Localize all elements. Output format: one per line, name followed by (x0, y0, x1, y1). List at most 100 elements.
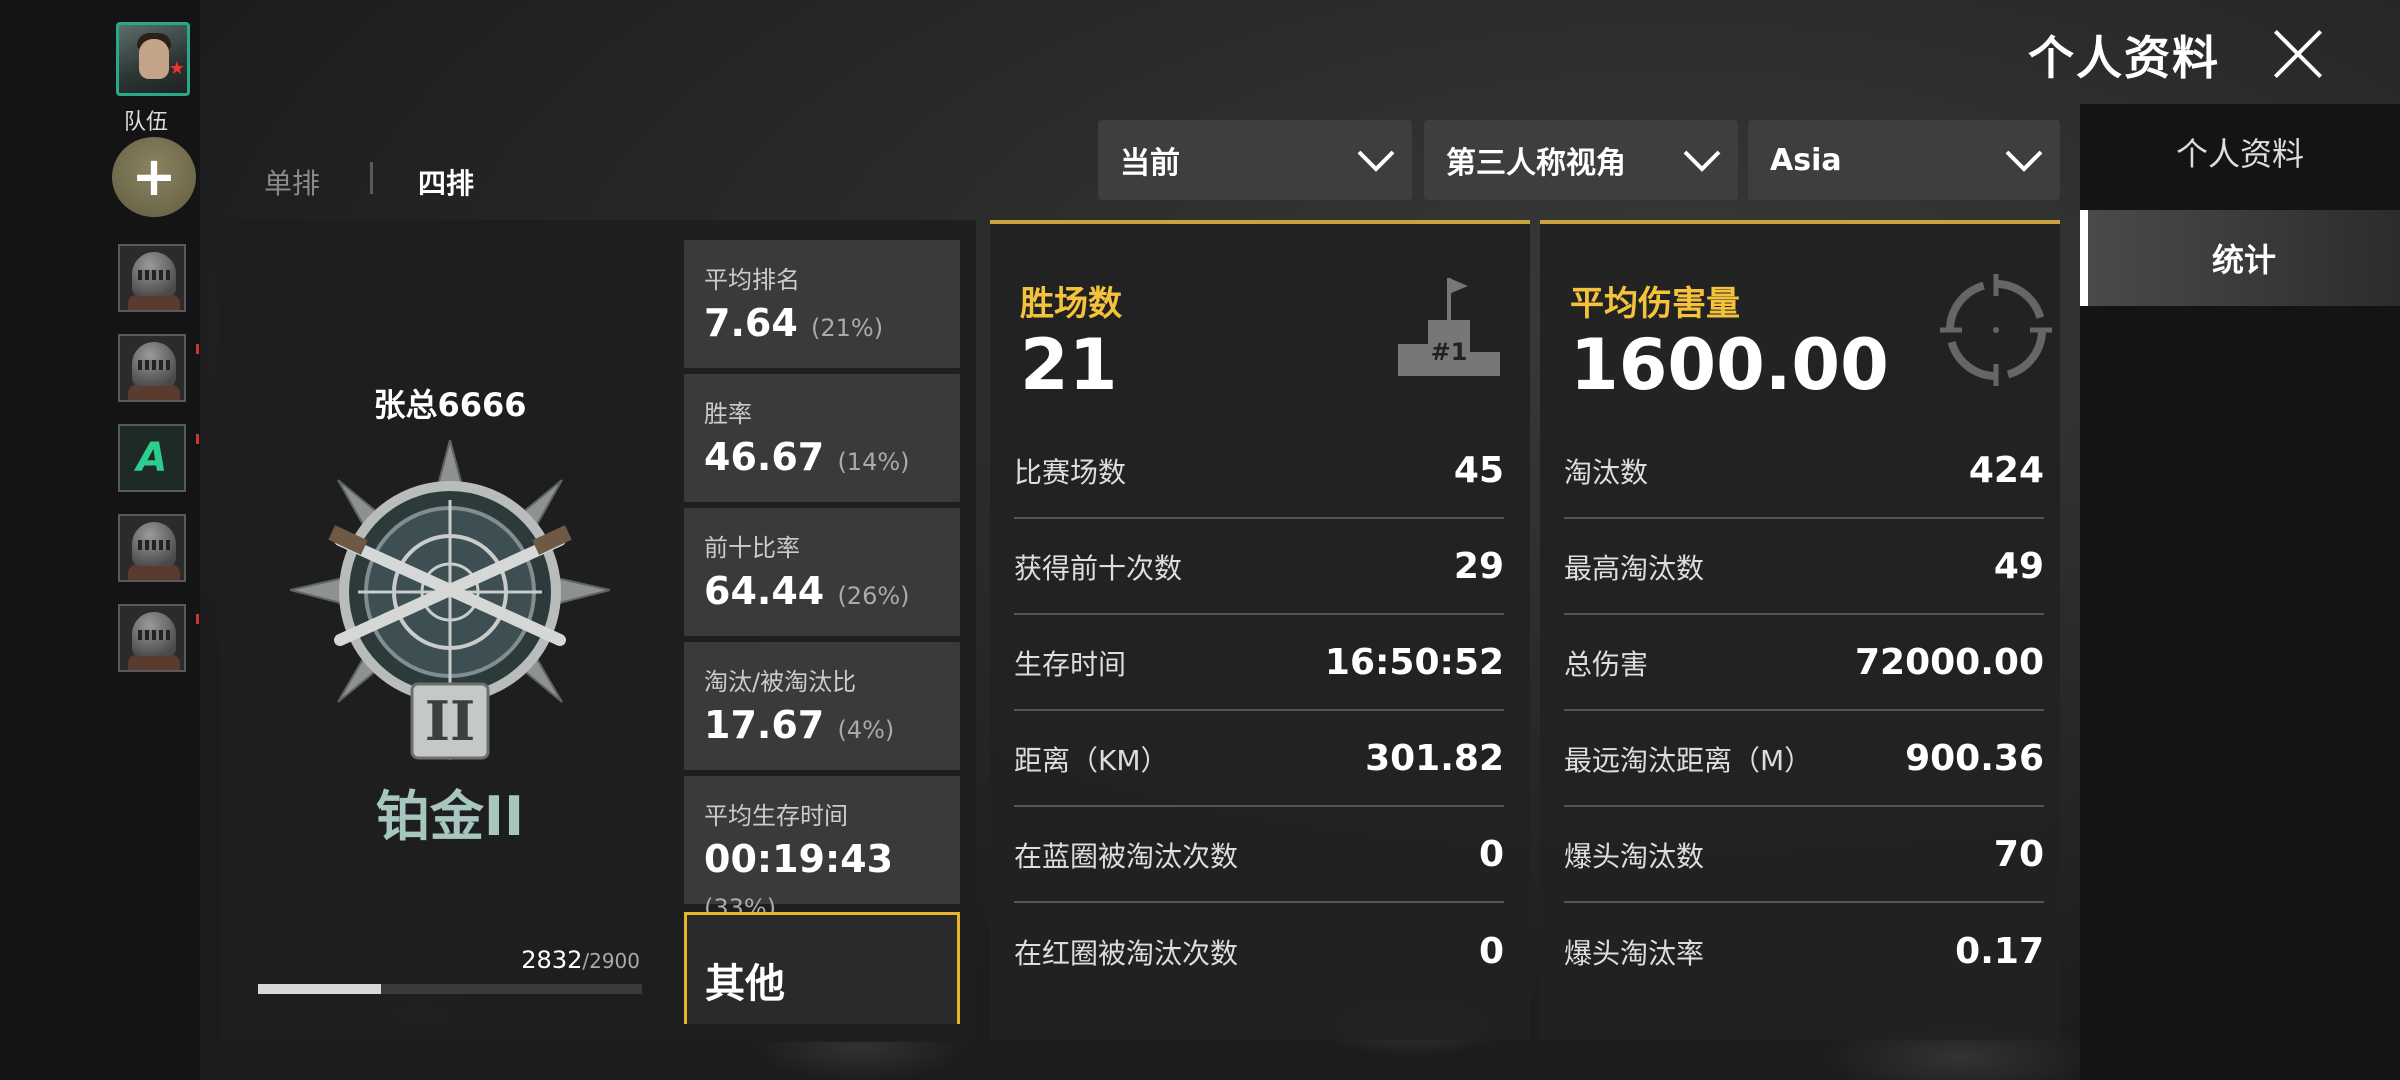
emblem-icon: A (136, 435, 168, 481)
damage-title: 平均伤害量 (1570, 284, 1740, 324)
row-label: 在蓝圈被淘汰次数 (1014, 839, 1239, 873)
stat-label: 胜率 (704, 400, 752, 428)
row-label: 总伤害 (1564, 647, 1649, 681)
rank-points: 2832/2900 (480, 946, 640, 974)
stat-row: 距离（KM） 301.82 (1014, 712, 1504, 807)
status-indicator (196, 434, 199, 444)
row-label: 距离（KM） (1014, 743, 1169, 777)
teammate-avatar[interactable]: A (118, 424, 186, 492)
rp-max: /2900 (582, 949, 640, 973)
rank-emblem-icon: II (290, 440, 610, 760)
rank-progress-bar (258, 984, 642, 994)
stat-value: 64.44 (704, 569, 825, 613)
stat-row: 最高淘汰数 49 (1564, 520, 2044, 615)
stat-row: 比赛场数 45 (1014, 424, 1504, 519)
tab-solo[interactable]: 单排 (264, 162, 320, 202)
podium-badge: #1 (1431, 338, 1468, 366)
star-icon: ★ (168, 58, 185, 79)
row-label: 爆头淘汰数 (1564, 839, 1705, 873)
team-sidebar: ★ 队伍 + A (0, 0, 200, 1080)
podium-icon: #1 (1398, 278, 1500, 376)
stat-percentile: (26%) (837, 582, 910, 610)
row-label: 最远淘汰距离（M） (1564, 743, 1813, 777)
stat-label: 淘汰/被淘汰比 (704, 668, 857, 696)
row-label: 淘汰数 (1564, 455, 1649, 489)
chevron-down-icon (2004, 146, 2043, 176)
row-label: 获得前十次数 (1014, 551, 1183, 585)
rank-numeral: II (425, 689, 476, 753)
perspective-dropdown[interactable]: 第三人称视角 (1424, 120, 1738, 200)
other-stats-button[interactable]: 其他 (684, 912, 960, 1024)
stat-value: 7.64 (704, 301, 798, 345)
stat-avg-rank: 平均排名 7.64 (21%) (684, 240, 960, 368)
stat-row: 生存时间 16:50:52 (1014, 616, 1504, 711)
teammate-avatar[interactable] (118, 334, 186, 402)
player-avatar[interactable]: ★ (116, 22, 190, 96)
rp-current: 2832 (521, 946, 583, 974)
stat-label: 平均排名 (704, 266, 800, 294)
tab-divider (370, 162, 373, 194)
row-value: 49 (1993, 546, 2044, 587)
profile-screen: { "header": { "title": "个人资料" }, "team":… (0, 0, 2400, 1080)
stat-row: 总伤害 72000.00 (1564, 616, 2044, 711)
region-value: Asia (1770, 142, 1842, 178)
row-value: 301.82 (1365, 738, 1504, 779)
damage-panel: 平均伤害量 1600.00 淘汰数 424 最高淘汰数 49 总伤害 72000… (1540, 220, 2060, 1040)
chevron-down-icon (1682, 146, 1721, 176)
row-value: 70 (1993, 834, 2044, 875)
stat-label: 前十比率 (704, 534, 800, 562)
page-title: 个人资料 (2028, 31, 2220, 85)
status-indicator (196, 614, 199, 624)
perspective-value: 第三人称视角 (1446, 146, 1626, 181)
stat-row: 获得前十次数 29 (1014, 520, 1504, 615)
status-indicator (196, 344, 199, 354)
row-label: 比赛场数 (1014, 455, 1127, 489)
stat-top10-rate: 前十比率 64.44 (26%) (684, 508, 960, 636)
row-label: 在红圈被淘汰次数 (1014, 936, 1239, 970)
stat-value: 00:19:43 (704, 837, 894, 881)
season-value: 当前 (1120, 146, 1180, 181)
add-teammate-button[interactable]: + (112, 137, 196, 217)
stat-row: 在蓝圈被淘汰次数 0 (1014, 808, 1504, 903)
row-label: 最高淘汰数 (1564, 551, 1705, 585)
stat-percentile: (4%) (837, 716, 895, 744)
stat-label: 平均生存时间 (704, 802, 848, 830)
row-value: 0.17 (1955, 931, 2044, 972)
row-label: 爆头淘汰率 (1564, 936, 1705, 970)
row-value: 45 (1453, 450, 1504, 491)
rank-progress-fill (258, 984, 381, 994)
row-value: 16:50:52 (1324, 642, 1504, 683)
stat-value: 46.67 (704, 435, 825, 479)
row-value: 900.36 (1905, 738, 2044, 779)
stat-row: 爆头淘汰数 70 (1564, 808, 2044, 903)
stat-row: 在红圈被淘汰次数 0 (1014, 904, 1504, 999)
stat-row: 最远淘汰距离（M） 900.36 (1564, 712, 2044, 807)
close-icon[interactable] (2270, 26, 2326, 82)
chevron-down-icon (1356, 146, 1395, 176)
username: 张总6666 (373, 386, 527, 424)
tab-squad[interactable]: 四排 (418, 162, 474, 202)
stat-value: 17.67 (704, 703, 825, 747)
teammate-avatar[interactable] (118, 514, 186, 582)
teammate-avatar[interactable] (118, 604, 186, 672)
stat-percentile: (21%) (811, 314, 884, 342)
row-label: 生存时间 (1014, 647, 1127, 681)
teammate-avatar[interactable] (118, 244, 186, 312)
row-value: 0 (1478, 834, 1504, 875)
wins-value: 21 (1020, 324, 1118, 406)
season-dropdown[interactable]: 当前 (1098, 120, 1412, 200)
nav-item-profile[interactable]: 个人资料 (2080, 104, 2400, 200)
nav-item-stats[interactable]: 统计 (2080, 210, 2400, 306)
right-nav: 个人资料 统计 (2080, 104, 2400, 1080)
crosshair-icon (1940, 274, 2052, 386)
wins-panel: 胜场数 21 #1 比赛场数 45 获得前十次数 29 生存时间 16:50:5… (990, 220, 1530, 1040)
wins-title: 胜场数 (1020, 284, 1122, 324)
rank-name: 铂金II (375, 785, 525, 848)
damage-value: 1600.00 (1570, 324, 1889, 406)
stat-kd-ratio: 淘汰/被淘汰比 17.67 (4%) (684, 642, 960, 770)
row-value: 72000.00 (1854, 642, 2044, 683)
stat-row: 爆头淘汰率 0.17 (1564, 904, 2044, 999)
stat-percentile: (14%) (837, 448, 910, 476)
region-dropdown[interactable]: Asia (1748, 120, 2060, 200)
stat-row: 淘汰数 424 (1564, 424, 2044, 519)
